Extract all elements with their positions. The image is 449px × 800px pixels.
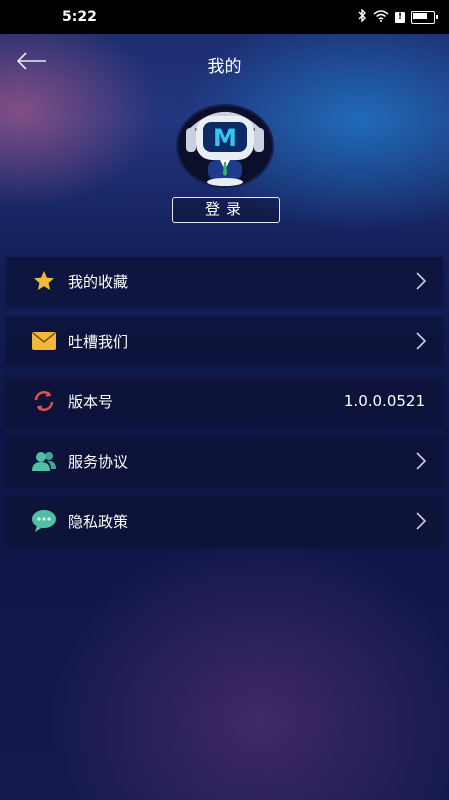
- menu-item-privacy-policy[interactable]: 隐私政策: [6, 497, 443, 545]
- refresh-icon: [30, 389, 58, 413]
- menu-item-service-agreement[interactable]: 服务协议: [6, 437, 443, 485]
- version-value: 1.0.0.0521: [343, 392, 425, 410]
- robot-avatar: M: [176, 104, 274, 188]
- chevron-right-icon: [415, 451, 427, 471]
- menu-item-label: 吐槽我们: [68, 332, 129, 351]
- envelope-icon: [30, 329, 58, 353]
- users-icon: [30, 449, 58, 473]
- menu-item-version: 版本号 1.0.0.0521: [6, 377, 443, 425]
- screen: 5:22 ! 我的 M 登录 我的收藏 吐槽我们 版本号 1.0.0.0521 …: [0, 0, 449, 800]
- wifi-icon: [373, 9, 389, 25]
- battery-icon: [411, 10, 438, 24]
- svg-text:M: M: [213, 124, 237, 152]
- settings-menu: 我的收藏 吐槽我们 版本号 1.0.0.0521 服务协议 隐私政策: [6, 257, 443, 557]
- status-bar: 5:22 !: [0, 0, 449, 34]
- chat-icon: [30, 509, 58, 533]
- menu-item-label: 我的收藏: [68, 272, 129, 291]
- chevron-right-icon: [415, 331, 427, 351]
- chevron-right-icon: [415, 271, 427, 291]
- status-time: 5:22: [62, 9, 97, 25]
- menu-item-label: 隐私政策: [68, 512, 129, 531]
- login-button[interactable]: 登录: [172, 197, 280, 223]
- page-title: 我的: [207, 57, 242, 77]
- alert-icon: !: [395, 11, 405, 23]
- bluetooth-icon: [357, 8, 367, 25]
- star-icon: [30, 269, 58, 293]
- menu-item-favorites[interactable]: 我的收藏: [6, 257, 443, 305]
- menu-item-feedback[interactable]: 吐槽我们: [6, 317, 443, 365]
- chevron-right-icon: [415, 511, 427, 531]
- menu-item-label: 服务协议: [68, 452, 129, 471]
- menu-item-label: 版本号: [68, 392, 114, 411]
- status-icons: !: [357, 8, 438, 25]
